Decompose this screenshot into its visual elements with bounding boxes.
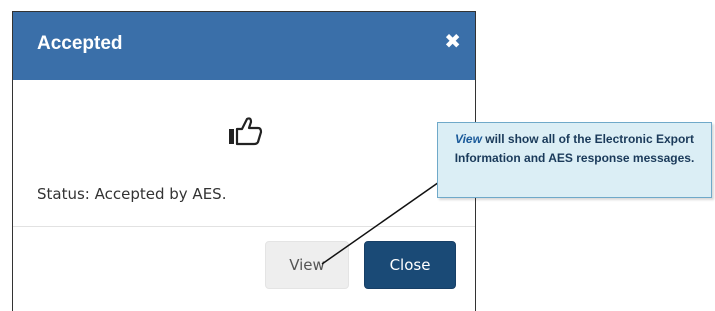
annotation-callout: View will show all of the Electronic Exp… <box>437 122 712 198</box>
thumbs-up-icon <box>229 117 263 146</box>
view-button[interactable]: View <box>265 241 349 289</box>
callout-text: will show all of the Electronic Export I… <box>454 132 695 165</box>
status-text: Status: Accepted by AES. <box>37 185 227 203</box>
footer-divider <box>13 226 475 227</box>
callout-lead: View <box>455 132 482 146</box>
close-button[interactable]: Close <box>364 241 456 289</box>
dialog-header: Accepted ✖ <box>13 12 475 80</box>
dialog-title: Accepted <box>37 33 123 54</box>
close-icon[interactable]: ✖ <box>444 31 461 51</box>
accepted-dialog: Accepted ✖ Status: Accepted by AES. View… <box>12 11 476 311</box>
